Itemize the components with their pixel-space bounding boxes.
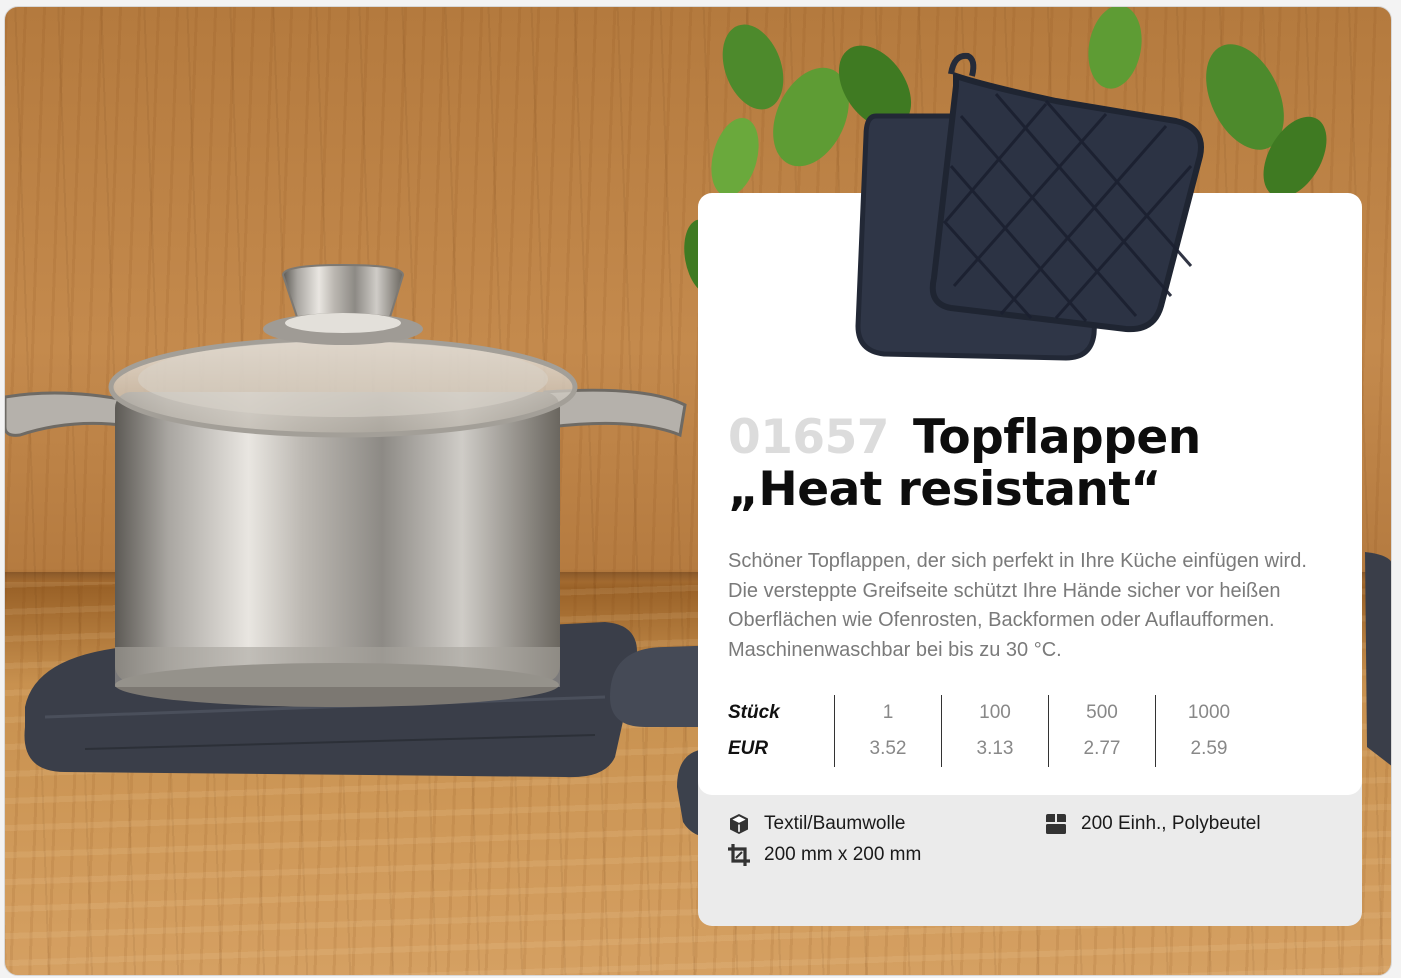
currency-label: EUR xyxy=(728,738,769,759)
crop-icon xyxy=(728,844,750,866)
article-number: 01657 xyxy=(728,410,890,465)
spec-packaging: 200 Einh., Polybeutel xyxy=(1044,812,1261,836)
price-cell: 2.77 xyxy=(1048,731,1155,767)
cube-icon xyxy=(730,814,748,834)
spec-size: 200 mm x 200 mm xyxy=(727,843,921,867)
quantity-cell: 100 xyxy=(941,695,1048,731)
material-text: Textil/Baumwolle xyxy=(764,813,906,834)
price-cell: 3.52 xyxy=(834,731,941,767)
quantity-cell: 1000 xyxy=(1155,695,1262,731)
potholder-front xyxy=(929,52,1204,333)
size-text: 200 mm x 200 mm xyxy=(764,844,922,865)
product-description: Schöner Topflappen, der sich perfekt in … xyxy=(728,550,1307,661)
title-line-1: Topflappen xyxy=(913,410,1201,465)
product-title: 01657 Topflappen „Heat resistant“ xyxy=(728,412,1348,516)
spec-material: Textil/Baumwolle xyxy=(727,812,906,836)
price-table: Stück 1 100 500 1000 EUR 3.52 3.13 2.77 … xyxy=(728,695,1262,767)
price-cell: 2.59 xyxy=(1155,731,1262,767)
packaging-text: 200 Einh., Polybeutel xyxy=(1081,813,1261,834)
price-cell: 3.13 xyxy=(941,731,1048,767)
quantity-label: Stück xyxy=(728,702,780,723)
product-image xyxy=(855,52,1204,361)
quantity-cell: 1 xyxy=(834,695,941,731)
title-line-2: „Heat resistant“ xyxy=(728,462,1161,517)
quantity-cell: 500 xyxy=(1048,695,1155,731)
box-icon xyxy=(1046,814,1066,834)
